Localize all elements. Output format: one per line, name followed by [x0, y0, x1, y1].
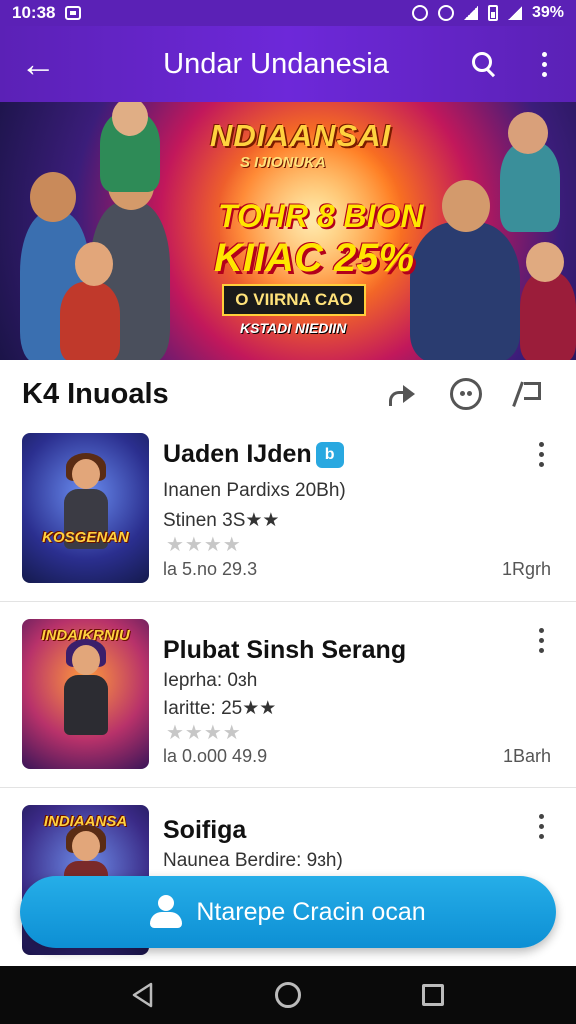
- status-time: 10:38: [12, 3, 56, 22]
- item-title: Soifiga: [163, 816, 246, 845]
- list-item[interactable]: KOSGENAN Uaden IJden b Inanen Pardixs 20…: [0, 416, 576, 602]
- item-detail-2: Stinen 3S★★: [163, 510, 280, 531]
- location-icon: [437, 5, 454, 21]
- search-icon: [472, 52, 496, 76]
- create-button[interactable]: Ntarepe Cracin ocan: [20, 876, 556, 948]
- battery-level: 39%: [531, 4, 564, 21]
- banner-promo-line2: KIIAC 25%: [214, 236, 415, 280]
- more-vert-icon: [538, 813, 544, 839]
- back-button[interactable]: ←: [0, 26, 76, 102]
- item-meta: la 5.no 29.3: [163, 559, 258, 579]
- system-nav-bar: [0, 966, 576, 1024]
- person-icon: [150, 895, 184, 929]
- signal-icon: [463, 6, 478, 20]
- item-title-text: Plubat Sinsh Serang: [163, 636, 407, 664]
- nav-recents-icon: [422, 984, 445, 1006]
- item-title-text: Soifiga: [163, 816, 247, 844]
- nav-back-icon: [132, 982, 152, 1008]
- item-detail-2: Iaritte: 25★★: [163, 698, 277, 719]
- status-bar: 10:38 39%: [0, 0, 576, 26]
- emoji-icon: [450, 378, 482, 410]
- item-right-meta: 1Barh: [502, 746, 551, 766]
- battery-icon: [487, 5, 498, 21]
- banner-promo-line1: TOHR 8 BION: [218, 198, 424, 234]
- game-thumbnail[interactable]: KOSGENAN: [22, 433, 149, 583]
- banner-cta[interactable]: O VIIRNA CAO: [222, 284, 366, 316]
- item-detail-1: Inanen Pardixs 20Bh): [163, 480, 346, 501]
- item-title-text: Uaden IJden: [163, 440, 312, 468]
- arrow-left-icon: ←: [20, 43, 56, 84]
- nav-back-button[interactable]: [113, 966, 173, 1024]
- more-vert-icon: [538, 627, 544, 653]
- item-right-meta: 1Rgrh: [501, 559, 551, 579]
- game-thumbnail[interactable]: INDAIKRNIU: [22, 619, 149, 769]
- search-button[interactable]: [456, 26, 512, 102]
- nav-home-icon: [274, 982, 301, 1008]
- more-options-button[interactable]: [512, 26, 576, 102]
- signal-icon-2: [507, 6, 522, 20]
- item-more-button[interactable]: [526, 436, 556, 472]
- more-vert-icon: [538, 441, 544, 467]
- section-title: K4 Inuoals: [22, 377, 169, 410]
- item-detail-1: Ieprha: 0ɜh: [163, 670, 258, 691]
- flag-icon: [518, 380, 542, 408]
- promo-banner[interactable]: NDIAANSAI S IJIONUKA TOHR 8 BION KIIAC 2…: [0, 102, 576, 360]
- share-icon: [387, 383, 417, 406]
- item-more-button[interactable]: [526, 622, 556, 658]
- create-button-label: Ntarepe Cracin ocan: [196, 897, 426, 926]
- item-meta: la 0.o00 49.9: [163, 746, 268, 766]
- more-vert-icon: [541, 51, 547, 77]
- nav-recents-button[interactable]: [403, 966, 463, 1024]
- rating-stars: ★★★★: [166, 534, 242, 556]
- item-title: Uaden IJden b: [163, 440, 344, 469]
- banner-subtitle: S IJIONUKA: [240, 154, 326, 171]
- item-title: Plubat Sinsh Serang: [163, 636, 406, 665]
- alarm-icon: [411, 5, 428, 21]
- app-bar: ← Undar Undanesia: [0, 26, 576, 102]
- rating-stars: ★★★★: [166, 722, 242, 744]
- item-detail-1: Naunea Berdire: 9ɜh): [163, 850, 343, 871]
- screen: 10:38 39% ← Undar Undanesia NDIAANSAI S …: [0, 0, 576, 1024]
- list-item[interactable]: INDAIKRNIU Plubat Sinsh Serang Ieprha: 0…: [0, 602, 576, 788]
- app-title: Undar Undanesia: [163, 47, 389, 80]
- notification-icon: [65, 6, 82, 20]
- verified-badge-icon: b: [315, 441, 344, 468]
- thumbnail-label: KOSGENAN: [42, 529, 129, 546]
- banner-footer: KSTADI NIEDIIN: [240, 320, 347, 336]
- nav-home-button[interactable]: [258, 966, 318, 1024]
- banner-title: NDIAANSAI: [210, 118, 392, 153]
- item-more-button[interactable]: [526, 808, 556, 844]
